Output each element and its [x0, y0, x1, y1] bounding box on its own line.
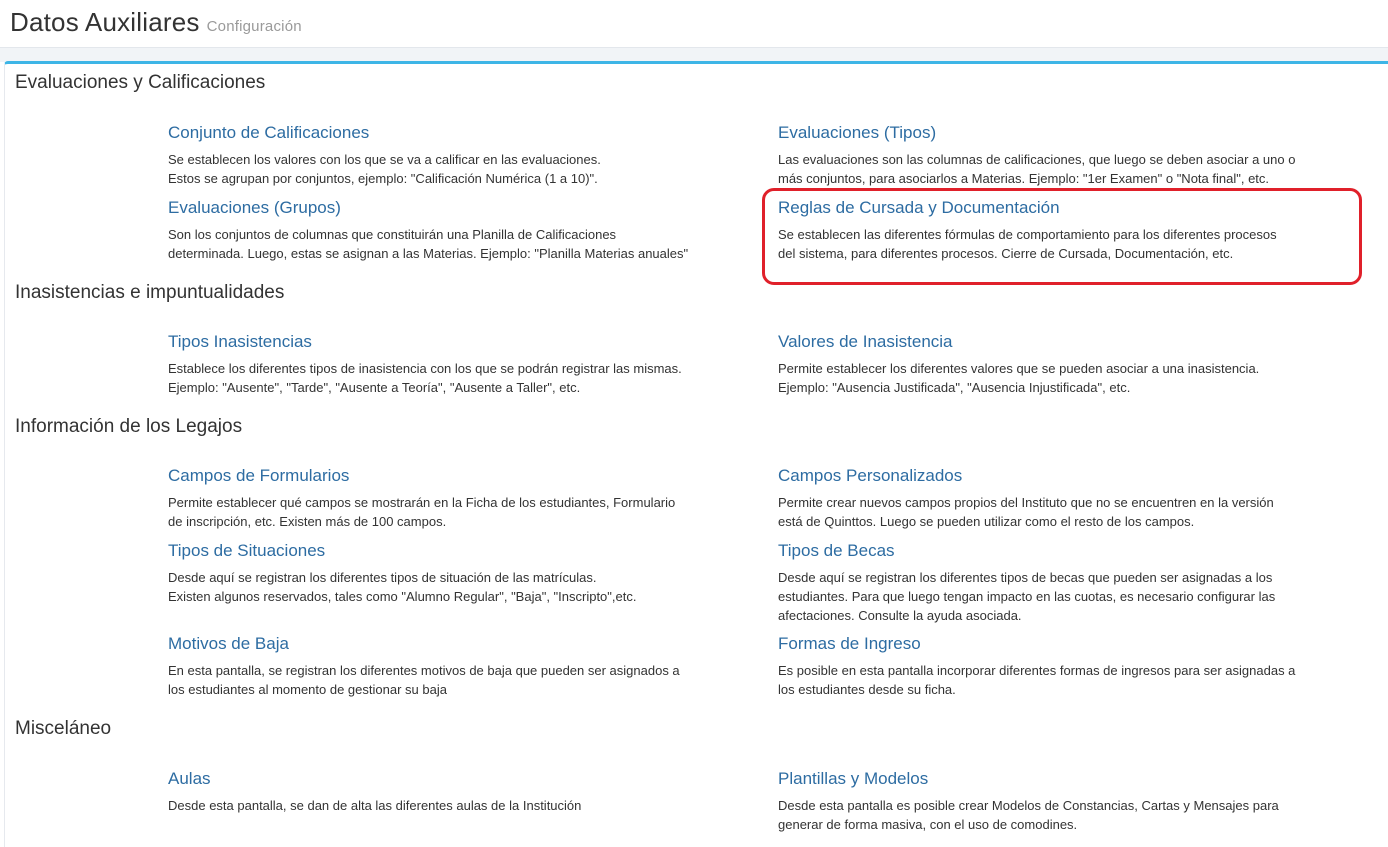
- description-line: Desde aquí se registran los diferentes t…: [168, 570, 597, 585]
- description-line: Las evaluaciones son las columnas de cal…: [778, 152, 1296, 167]
- item-reglas-cursada: Reglas de Cursada y Documentación Se est…: [778, 197, 1358, 263]
- section-title-miscelaneo: Misceláneo: [15, 718, 112, 739]
- item-campos-personalizados: Campos Personalizados Permite crear nuev…: [778, 465, 1358, 531]
- item-description: Es posible en esta pantalla incorporar d…: [778, 661, 1358, 699]
- item-description: Desde aquí se registran los diferentes t…: [778, 568, 1358, 625]
- item-description: Se establecen los valores con los que se…: [168, 150, 748, 188]
- description-line: Existen algunos reservados, tales como "…: [168, 589, 637, 604]
- description-line: Ejemplo: "Ausencia Justificada", "Ausenc…: [778, 380, 1131, 395]
- description-line: Es posible en esta pantalla incorporar d…: [778, 663, 1296, 678]
- page-title: Datos Auxiliares Configuración: [10, 7, 302, 38]
- description-line: En esta pantalla, se registran los difer…: [168, 663, 680, 678]
- link-aulas[interactable]: Aulas: [168, 768, 748, 790]
- description-line: Ejemplo: "Ausente", "Tarde", "Ausente a …: [168, 380, 581, 395]
- link-plantillas-modelos[interactable]: Plantillas y Modelos: [778, 768, 1358, 790]
- description-line: Permite establecer los diferentes valore…: [778, 361, 1260, 376]
- item-description: Permite establecer los diferentes valore…: [778, 359, 1358, 397]
- link-valores-inasistencia[interactable]: Valores de Inasistencia: [778, 331, 1358, 353]
- item-formas-ingreso: Formas de Ingreso Es posible en esta pan…: [778, 633, 1358, 699]
- item-description: Desde esta pantalla es posible crear Mod…: [778, 796, 1358, 834]
- description-line: los estudiantes desde su ficha.: [778, 682, 956, 697]
- item-tipos-inasistencias: Tipos Inasistencias Establece los difere…: [168, 331, 748, 397]
- description-line: Desde esta pantalla, se dan de alta las …: [168, 798, 582, 813]
- description-line: Estos se agrupan por conjuntos, ejemplo:…: [168, 171, 598, 186]
- description-line: generar de forma masiva, con el uso de c…: [778, 817, 1078, 832]
- link-campos-personalizados[interactable]: Campos Personalizados: [778, 465, 1358, 487]
- item-motivos-baja: Motivos de Baja En esta pantalla, se reg…: [168, 633, 748, 699]
- link-formas-ingreso[interactable]: Formas de Ingreso: [778, 633, 1358, 655]
- description-line: Se establecen las diferentes fórmulas de…: [778, 227, 1277, 242]
- section-title-legajos: Información de los Legajos: [15, 416, 243, 437]
- section-title-evaluaciones: Evaluaciones y Calificaciones: [15, 72, 266, 93]
- description-line: afectaciones. Consulte la ayuda asociada…: [778, 608, 1022, 623]
- description-line: Desde aquí se registran los diferentes t…: [778, 570, 1273, 585]
- description-line: los estudiantes al momento de gestionar …: [168, 682, 447, 697]
- link-tipos-inasistencias[interactable]: Tipos Inasistencias: [168, 331, 748, 353]
- description-line: estudiantes. Para que luego tengan impac…: [778, 589, 1276, 604]
- link-campos-formularios[interactable]: Campos de Formularios: [168, 465, 748, 487]
- item-valores-inasistencia: Valores de Inasistencia Permite establec…: [778, 331, 1358, 397]
- item-description: Establece los diferentes tipos de inasis…: [168, 359, 748, 397]
- description-line: determinada. Luego, estas se asignan a l…: [168, 246, 689, 261]
- description-line: Se establecen los valores con los que se…: [168, 152, 601, 167]
- link-motivos-baja[interactable]: Motivos de Baja: [168, 633, 748, 655]
- link-evaluaciones-tipos[interactable]: Evaluaciones (Tipos): [778, 122, 1358, 144]
- description-line: Son los conjuntos de columnas que consti…: [168, 227, 617, 242]
- item-evaluaciones-grupos: Evaluaciones (Grupos) Son los conjuntos …: [168, 197, 748, 263]
- header-gap: [0, 48, 1388, 62]
- link-reglas-cursada[interactable]: Reglas de Cursada y Documentación: [778, 197, 1358, 219]
- description-line: Permite crear nuevos campos propios del …: [778, 495, 1274, 510]
- item-description: Las evaluaciones son las columnas de cal…: [778, 150, 1358, 188]
- item-description: Permite establecer qué campos se mostrar…: [168, 493, 748, 531]
- item-campos-formularios: Campos de Formularios Permite establecer…: [168, 465, 748, 531]
- item-description: En esta pantalla, se registran los difer…: [168, 661, 748, 699]
- item-tipos-situaciones: Tipos de Situaciones Desde aquí se regis…: [168, 540, 748, 606]
- description-line: de inscripción, etc. Existen más de 100 …: [168, 514, 447, 529]
- description-line: está de Quinttos. Luego se pueden utiliz…: [778, 514, 1195, 529]
- link-evaluaciones-grupos[interactable]: Evaluaciones (Grupos): [168, 197, 748, 219]
- description-line: del sistema, para diferentes procesos. C…: [778, 246, 1234, 261]
- item-evaluaciones-tipos: Evaluaciones (Tipos) Las evaluaciones so…: [778, 122, 1358, 188]
- item-description: Se establecen las diferentes fórmulas de…: [778, 225, 1358, 263]
- item-plantillas-modelos: Plantillas y Modelos Desde esta pantalla…: [778, 768, 1358, 834]
- item-description: Desde aquí se registran los diferentes t…: [168, 568, 748, 606]
- item-description: Permite crear nuevos campos propios del …: [778, 493, 1358, 531]
- page-header: Datos Auxiliares Configuración: [0, 0, 1388, 48]
- item-description: Son los conjuntos de columnas que consti…: [168, 225, 748, 263]
- link-conjunto-calificaciones[interactable]: Conjunto de Calificaciones: [168, 122, 748, 144]
- page-subtitle: Configuración: [206, 18, 302, 35]
- item-description: Desde esta pantalla, se dan de alta las …: [168, 796, 748, 815]
- description-line: Permite establecer qué campos se mostrar…: [168, 495, 676, 510]
- description-line: Desde esta pantalla es posible crear Mod…: [778, 798, 1279, 813]
- page-title-text: Datos Auxiliares: [10, 7, 200, 37]
- description-line: Establece los diferentes tipos de inasis…: [168, 361, 682, 376]
- section-title-inasistencias: Inasistencias e impuntualidades: [15, 282, 285, 303]
- link-tipos-becas[interactable]: Tipos de Becas: [778, 540, 1358, 562]
- item-tipos-becas: Tipos de Becas Desde aquí se registran l…: [778, 540, 1358, 625]
- link-tipos-situaciones[interactable]: Tipos de Situaciones: [168, 540, 748, 562]
- description-line: más conjuntos, para asociarlos a Materia…: [778, 171, 1270, 186]
- item-conjunto-calificaciones: Conjunto de Calificaciones Se establecen…: [168, 122, 748, 188]
- item-aulas: Aulas Desde esta pantalla, se dan de alt…: [168, 768, 748, 815]
